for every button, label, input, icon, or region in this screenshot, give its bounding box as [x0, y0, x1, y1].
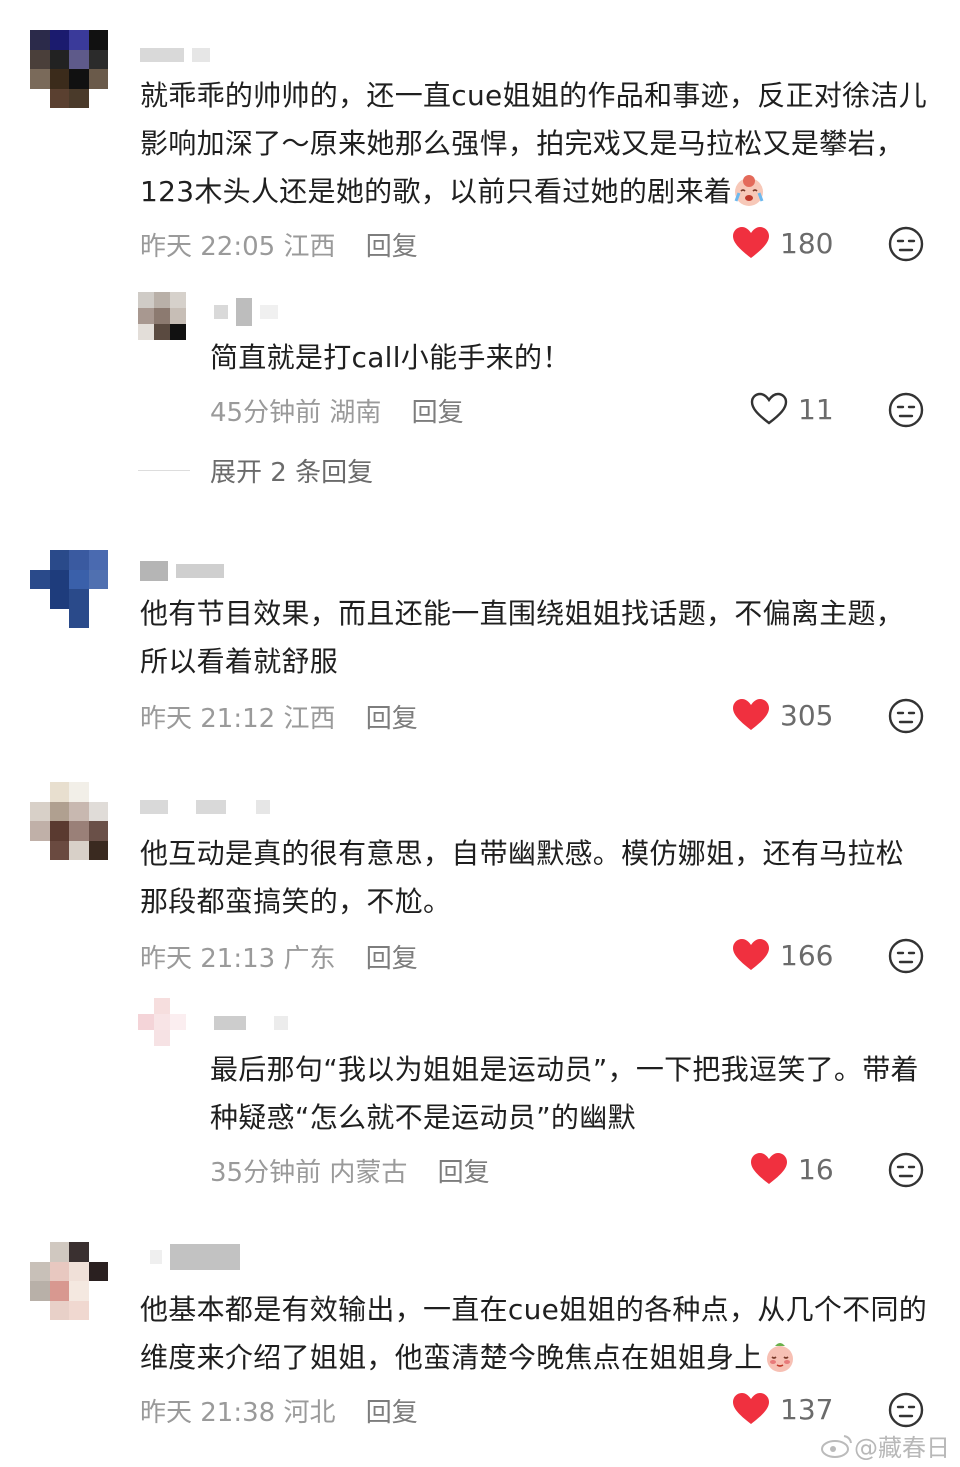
reply-location: 内蒙古: [329, 1158, 408, 1188]
like-button[interactable]: 180: [732, 226, 833, 260]
comment-time: 昨天 21:13: [140, 944, 276, 974]
reply-text: 最后那句“我以为姐姐是运动员”，一下把我逗笑了。带着种疑惑“怎么就不是运动员”的…: [210, 1053, 919, 1134]
avatar[interactable]: [30, 782, 108, 860]
comment-text: 他互动是真的很有意思，自带幽默感。模仿娜姐，还有马拉松那段都蛮搞笑的，不尬。: [140, 837, 905, 918]
like-button[interactable]: 166: [732, 938, 833, 972]
weibo-logo-icon: [821, 1434, 852, 1458]
dislike-face-icon[interactable]: [888, 698, 924, 734]
heart-filled-icon: [733, 227, 769, 258]
heart-filled-icon: [733, 1393, 769, 1424]
comment-text: 他基本都是有效输出，一直在cue姐姐的各种点，从几个不同的维度来介绍了姐姐，他蛮…: [140, 1293, 928, 1374]
avatar[interactable]: [30, 1242, 108, 1320]
comment-time: 昨天 21:38: [140, 1398, 276, 1428]
reply-username-blurred[interactable]: [214, 1012, 296, 1032]
comment-location: 江西: [283, 232, 336, 262]
username-blurred[interactable]: [140, 560, 232, 581]
comment-location: 江西: [283, 704, 336, 734]
comment-time: 昨天 21:12: [140, 704, 276, 734]
like-count: 11: [798, 392, 834, 426]
avatar[interactable]: [30, 30, 108, 108]
heart-filled-icon: [733, 699, 769, 730]
comment-meta: 昨天 21:38 河北 回复: [140, 1392, 418, 1429]
reply-avatar[interactable]: [138, 292, 186, 340]
heart-filled-icon: [733, 939, 769, 970]
expand-replies-label: 展开 2 条回复: [210, 458, 374, 488]
heart-outline-icon: [750, 392, 788, 425]
reply-username-blurred[interactable]: [214, 298, 286, 326]
reply-time: 45分钟前: [210, 398, 322, 428]
comment-item: 就乖乖的帅帅的，还一直cue姐姐的作品和事迹，反正对徐洁儿影响加深了～原来她那么…: [0, 0, 960, 520]
username-blurred[interactable]: [150, 1244, 248, 1270]
like-button[interactable]: 11: [750, 392, 834, 426]
username-blurred[interactable]: [140, 44, 218, 64]
comment-item: 他有节目效果，而且还能一直围绕姐姐找话题，不偏离主题，所以看着就舒服 昨天 21…: [0, 520, 960, 760]
crying-face-icon: [734, 175, 764, 206]
comment-meta: 昨天 21:12 江西 回复: [140, 698, 418, 735]
comment-meta: 昨天 22:05 江西 回复: [140, 226, 418, 263]
reply-button[interactable]: 回复: [366, 232, 418, 262]
comment-text: 他有节目效果，而且还能一直围绕姐姐找话题，不偏离主题，所以看着就舒服: [140, 597, 905, 678]
like-count: 305: [780, 698, 834, 732]
dislike-face-icon[interactable]: [888, 392, 924, 428]
reply-time: 35分钟前: [210, 1158, 322, 1188]
reply-text: 简直就是打call小能手来的！: [210, 341, 571, 374]
reply-meta: 45分钟前 湖南 回复: [210, 392, 464, 429]
dislike-face-icon[interactable]: [888, 938, 924, 974]
heart-filled-icon: [751, 1153, 787, 1184]
like-count: 180: [780, 226, 834, 260]
username-blurred[interactable]: [140, 796, 278, 816]
watermark-text: @藏春日: [854, 1434, 950, 1462]
like-button[interactable]: 305: [732, 698, 833, 732]
reply-button[interactable]: 回复: [412, 398, 464, 428]
reply-avatar[interactable]: [138, 998, 186, 1046]
expand-replies-button[interactable]: 展开 2 条回复: [138, 452, 373, 489]
dislike-face-icon[interactable]: [888, 226, 924, 262]
divider: [138, 470, 190, 471]
like-count: 16: [798, 1152, 834, 1186]
reply-button[interactable]: 回复: [366, 944, 418, 974]
reply-meta: 35分钟前 内蒙古 回复: [210, 1152, 490, 1189]
reply-button[interactable]: 回复: [438, 1158, 490, 1188]
dislike-face-icon[interactable]: [888, 1392, 924, 1428]
reply-button[interactable]: 回复: [366, 704, 418, 734]
comment-location: 河北: [283, 1398, 336, 1428]
avatar[interactable]: [30, 550, 108, 628]
comment-item: 他基本都是有效输出，一直在cue姐姐的各种点，从几个不同的维度来介绍了姐姐，他蛮…: [0, 1220, 960, 1467]
reply-button[interactable]: 回复: [366, 1398, 418, 1428]
reply-location: 湖南: [329, 398, 382, 428]
like-button[interactable]: 16: [750, 1152, 834, 1186]
like-count: 137: [780, 1392, 834, 1426]
comment-item: 他互动是真的很有意思，自带幽默感。模仿娜姐，还有马拉松那段都蛮搞笑的，不尬。 昨…: [0, 760, 960, 1220]
comment-meta: 昨天 21:13 广东 回复: [140, 938, 418, 975]
comment-time: 昨天 22:05: [140, 232, 276, 262]
like-count: 166: [780, 938, 834, 972]
shy-face-icon: [766, 1343, 793, 1372]
comment-text: 就乖乖的帅帅的，还一直cue姐姐的作品和事迹，反正对徐洁儿影响加深了～原来她那么…: [140, 79, 928, 208]
like-button[interactable]: 137: [732, 1392, 833, 1426]
comment-location: 广东: [283, 944, 336, 974]
weibo-watermark: @藏春日: [820, 1428, 950, 1463]
dislike-face-icon[interactable]: [888, 1152, 924, 1188]
